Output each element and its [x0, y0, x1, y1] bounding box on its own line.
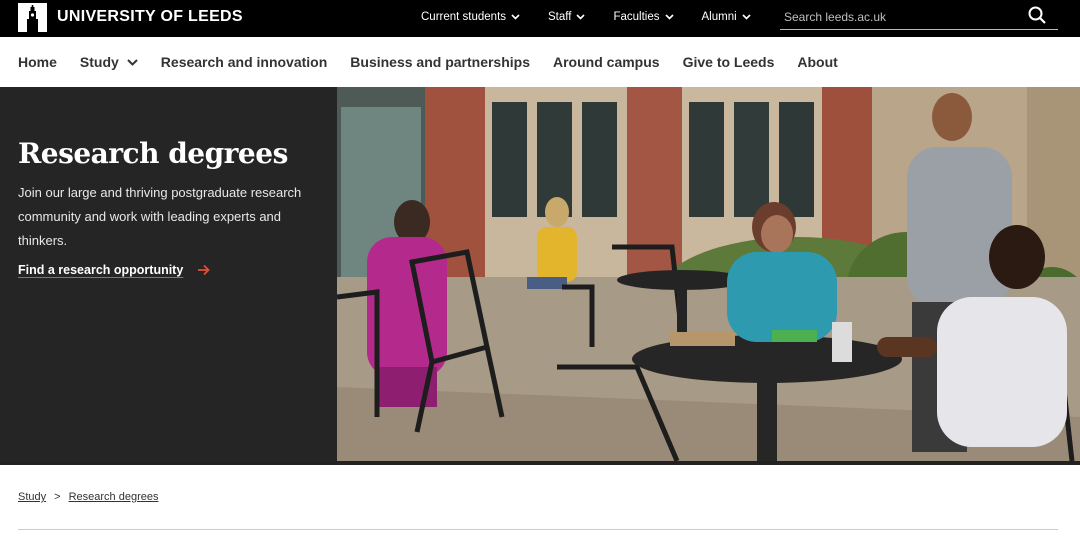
main-nav: Home Study Research and innovation Busin… — [0, 37, 1080, 87]
hero-text-panel: Research degrees Join our large and thri… — [0, 87, 337, 465]
nav-item-around-campus[interactable]: Around campus — [553, 54, 660, 70]
utility-item-staff[interactable]: Staff — [548, 10, 586, 23]
utility-nav: Current students Staff Faculties Alumni — [421, 0, 779, 33]
university-name: UNIVERSITY OF LEEDS — [57, 8, 243, 25]
hero-image — [337, 87, 1080, 461]
utility-item-alumni[interactable]: Alumni — [702, 11, 751, 23]
nav-item-about[interactable]: About — [797, 54, 837, 70]
search-bar — [780, 4, 1058, 30]
nav-item-home[interactable]: Home — [18, 54, 57, 70]
breadcrumb-separator: > — [54, 491, 61, 503]
search-input[interactable] — [780, 9, 1020, 24]
breadcrumb-link-research-degrees[interactable]: Research degrees — [69, 491, 159, 503]
nav-item-label: Give to Leeds — [682, 54, 775, 70]
utility-item-label: Faculties — [613, 10, 660, 23]
university-logo[interactable]: UNIVERSITY OF LEEDS — [18, 2, 243, 32]
tower-logo-icon — [18, 2, 47, 32]
nav-item-label: Around campus — [553, 54, 660, 70]
hero-banner: Research degrees Join our large and thri… — [0, 87, 1080, 465]
utility-item-current-students[interactable]: Current students — [421, 11, 520, 23]
hero-link-label: Find a research opportunity — [18, 263, 184, 277]
top-bar: UNIVERSITY OF LEEDS Current students Sta… — [0, 0, 1080, 37]
chevron-down-icon — [742, 13, 751, 20]
arrow-right-icon — [198, 264, 211, 276]
hero-description: Join our large and thriving postgraduate… — [18, 185, 302, 248]
nav-item-study[interactable]: Study — [80, 54, 138, 70]
utility-item-label: Current students — [421, 10, 507, 23]
find-research-opportunity-link[interactable]: Find a research opportunity — [18, 263, 211, 277]
chevron-down-icon — [576, 13, 586, 20]
content-divider — [18, 529, 1058, 530]
nav-item-label: Business and partnerships — [350, 54, 530, 70]
chevron-down-icon — [511, 13, 520, 20]
utility-item-label: Staff — [548, 10, 572, 23]
nav-item-label: Study — [79, 54, 119, 70]
nav-item-label: Research and innovation — [160, 54, 328, 70]
nav-item-research-and-innovation[interactable]: Research and innovation — [161, 54, 327, 70]
breadcrumb: Study > Research degrees — [18, 491, 158, 503]
breadcrumb-link-study[interactable]: Study — [18, 491, 46, 503]
nav-item-label: About — [797, 54, 838, 70]
hero-divider — [0, 461, 1080, 465]
nav-item-label: Home — [18, 54, 57, 70]
page-title: Research degrees — [18, 137, 288, 170]
utility-item-label: Alumni — [701, 10, 737, 23]
search-icon[interactable] — [1028, 6, 1046, 29]
nav-item-business-and-partnerships[interactable]: Business and partnerships — [350, 54, 530, 70]
chevron-down-icon — [127, 58, 138, 66]
chevron-down-icon — [664, 13, 674, 20]
utility-item-faculties[interactable]: Faculties — [613, 10, 674, 23]
nav-item-give-to-leeds[interactable]: Give to Leeds — [683, 54, 775, 70]
